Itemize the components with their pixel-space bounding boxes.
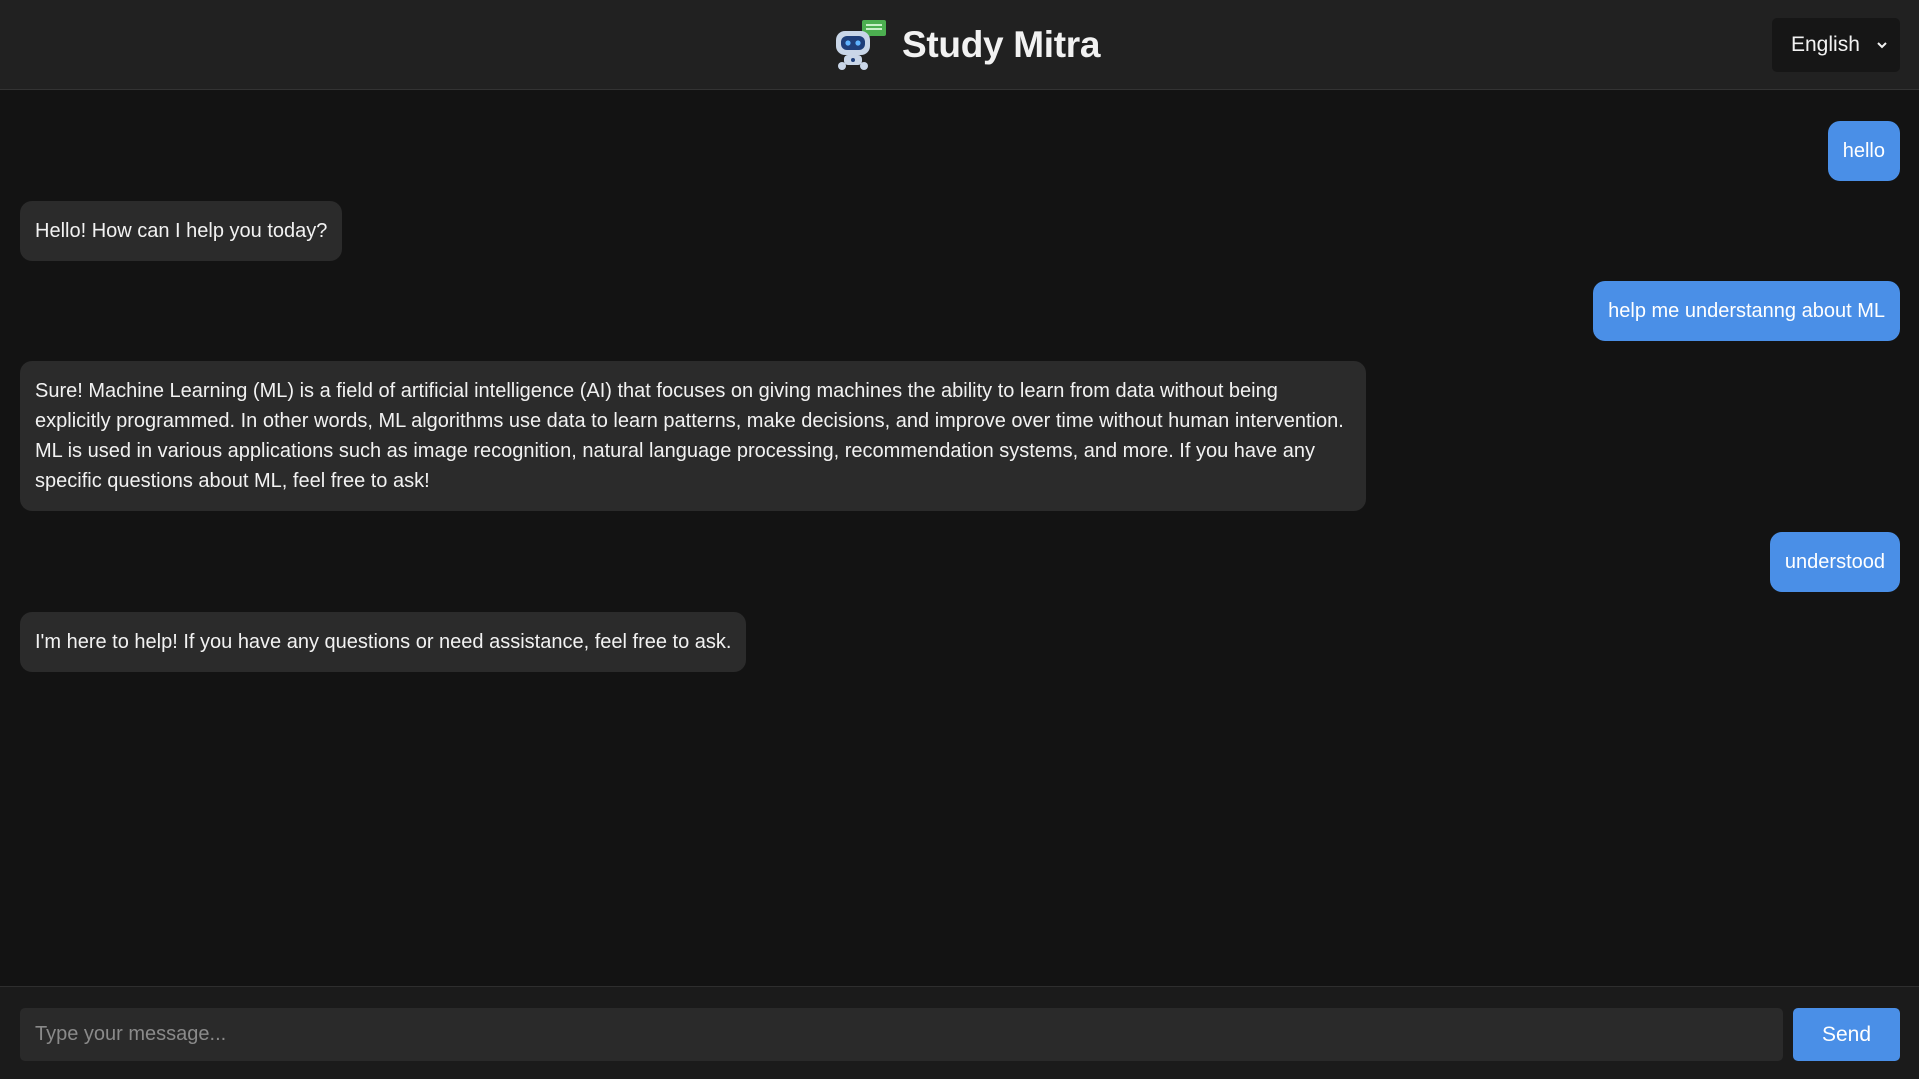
robot-chat-icon [836,20,886,70]
send-button[interactable]: Send [1793,1008,1900,1061]
bot-message: Sure! Machine Learning (ML) is a field o… [20,361,1366,511]
brand: Study Mitra [832,18,1100,72]
chat-messages: hello Hello! How can I help you today? h… [0,91,1919,986]
user-message: hello [1827,121,1900,181]
language-select[interactable]: English [1772,18,1900,72]
app-title: Study Mitra [902,24,1101,65]
composer: Send [0,986,1919,1079]
user-message: understood [1769,532,1900,592]
chevron-down-icon [1877,42,1887,49]
chat-app: Study Mitra English hello Hello! How can… [0,0,1919,1079]
bot-message: I'm here to help! If you have any questi… [20,612,747,672]
user-message: help me understanng about ML [1593,281,1900,341]
message-input[interactable] [20,1008,1783,1061]
app-header: Study Mitra English [0,0,1919,90]
language-select-value: English [1791,33,1860,56]
bot-message: Hello! How can I help you today? [20,201,343,261]
